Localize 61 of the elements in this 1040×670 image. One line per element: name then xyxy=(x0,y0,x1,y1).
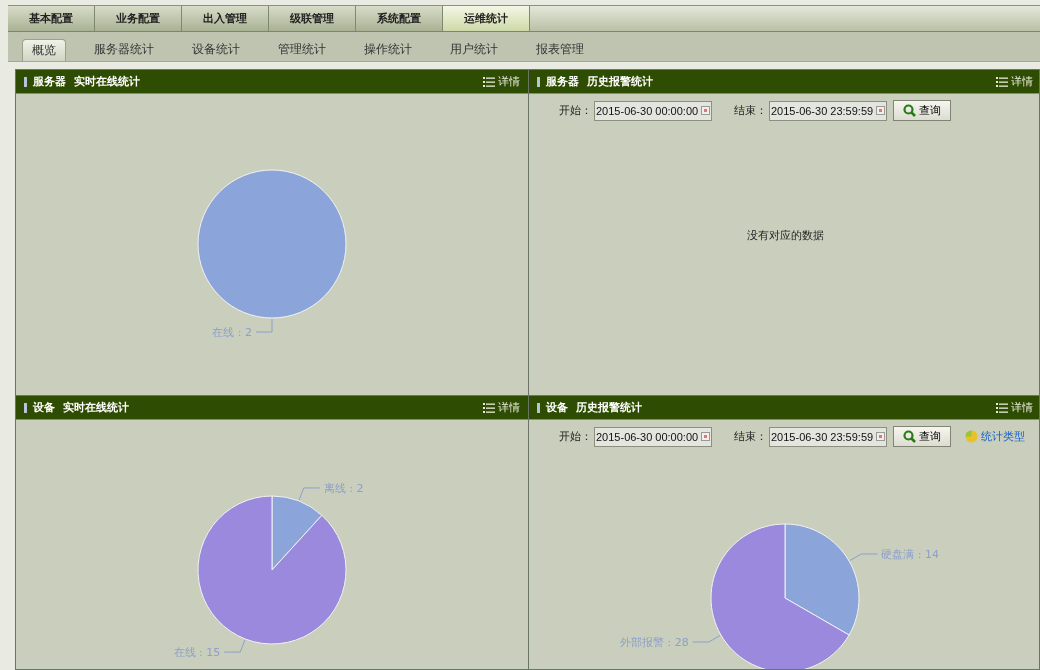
start-time-field[interactable]: 2015-06-30 00:00:00 xyxy=(594,426,712,447)
query-button[interactable]: 查询 xyxy=(893,426,951,447)
details-link[interactable]: 详情 xyxy=(996,74,1033,89)
sub-tab[interactable]: 用户统计 xyxy=(440,38,508,61)
sub-tab[interactable]: 操作统计 xyxy=(354,38,422,61)
calendar-icon[interactable] xyxy=(876,106,885,115)
data-label: 在线 : 15 xyxy=(173,646,221,660)
sub-tab[interactable]: 概览 xyxy=(22,39,66,61)
panel-title: 服务器 实时在线统计 xyxy=(33,74,141,89)
query-button[interactable]: 查询 xyxy=(893,100,951,121)
list-icon xyxy=(483,402,495,413)
end-label: 结束： xyxy=(734,103,767,118)
start-label: 开始： xyxy=(559,429,592,444)
main-tab[interactable]: 业务配置 xyxy=(95,6,182,31)
details-link[interactable]: 详情 xyxy=(483,74,520,89)
details-text[interactable]: 详情 xyxy=(1011,400,1033,415)
sub-tab[interactable]: 报表管理 xyxy=(526,38,594,61)
search-icon xyxy=(903,430,916,443)
leader-line xyxy=(255,318,273,333)
calendar-icon[interactable] xyxy=(701,432,710,441)
details-link[interactable]: 详情 xyxy=(483,400,520,415)
list-icon xyxy=(996,402,1008,413)
details-text[interactable]: 详情 xyxy=(498,74,520,89)
main-tab[interactable]: 运维统计 xyxy=(443,6,530,31)
leader-line xyxy=(223,639,246,653)
data-label: 离线 : 2 xyxy=(323,481,364,495)
end-label: 结束： xyxy=(734,429,767,444)
leader-line xyxy=(298,487,321,501)
details-text[interactable]: 详情 xyxy=(1011,74,1033,89)
calendar-icon[interactable] xyxy=(876,432,885,441)
leader-line xyxy=(692,635,721,643)
stat-type-text[interactable]: 统计类型 xyxy=(981,429,1025,444)
main-tab[interactable]: 系统配置 xyxy=(356,6,443,31)
header-marker-icon xyxy=(24,76,27,87)
calendar-icon[interactable] xyxy=(701,106,710,115)
list-icon xyxy=(996,76,1008,87)
main-tab[interactable]: 出入管理 xyxy=(182,6,269,31)
details-text[interactable]: 详情 xyxy=(498,400,520,415)
main-tab[interactable]: 基本配置 xyxy=(8,6,95,31)
globe-icon xyxy=(965,430,978,443)
end-time-field[interactable]: 2015-06-30 23:59:59 xyxy=(769,100,887,121)
data-label: 在线 : 2 xyxy=(212,326,252,339)
panel-title: 设备 历史报警统计 xyxy=(546,400,643,415)
list-icon xyxy=(483,76,495,87)
header-marker-icon xyxy=(537,76,540,87)
start-time-field[interactable]: 2015-06-30 00:00:00 xyxy=(594,100,712,121)
start-label: 开始： xyxy=(559,103,592,118)
stat-type-link[interactable]: 统计类型 xyxy=(965,429,1025,444)
panel-title: 服务器 历史报警统计 xyxy=(546,74,654,89)
sub-tab[interactable]: 管理统计 xyxy=(268,38,336,61)
header-marker-icon xyxy=(24,402,27,413)
sub-tab[interactable]: 设备统计 xyxy=(182,38,250,61)
end-time-field[interactable]: 2015-06-30 23:59:59 xyxy=(769,426,887,447)
empty-message: 没有对应的数据 xyxy=(746,228,824,243)
details-link[interactable]: 详情 xyxy=(996,400,1033,415)
header-marker-icon xyxy=(537,402,540,413)
search-icon xyxy=(903,104,916,117)
leader-line xyxy=(849,553,878,561)
sub-tab[interactable]: 服务器统计 xyxy=(84,38,164,61)
panel-title: 设备 实时在线统计 xyxy=(33,400,130,415)
main-tab[interactable]: 级联管理 xyxy=(269,6,356,31)
